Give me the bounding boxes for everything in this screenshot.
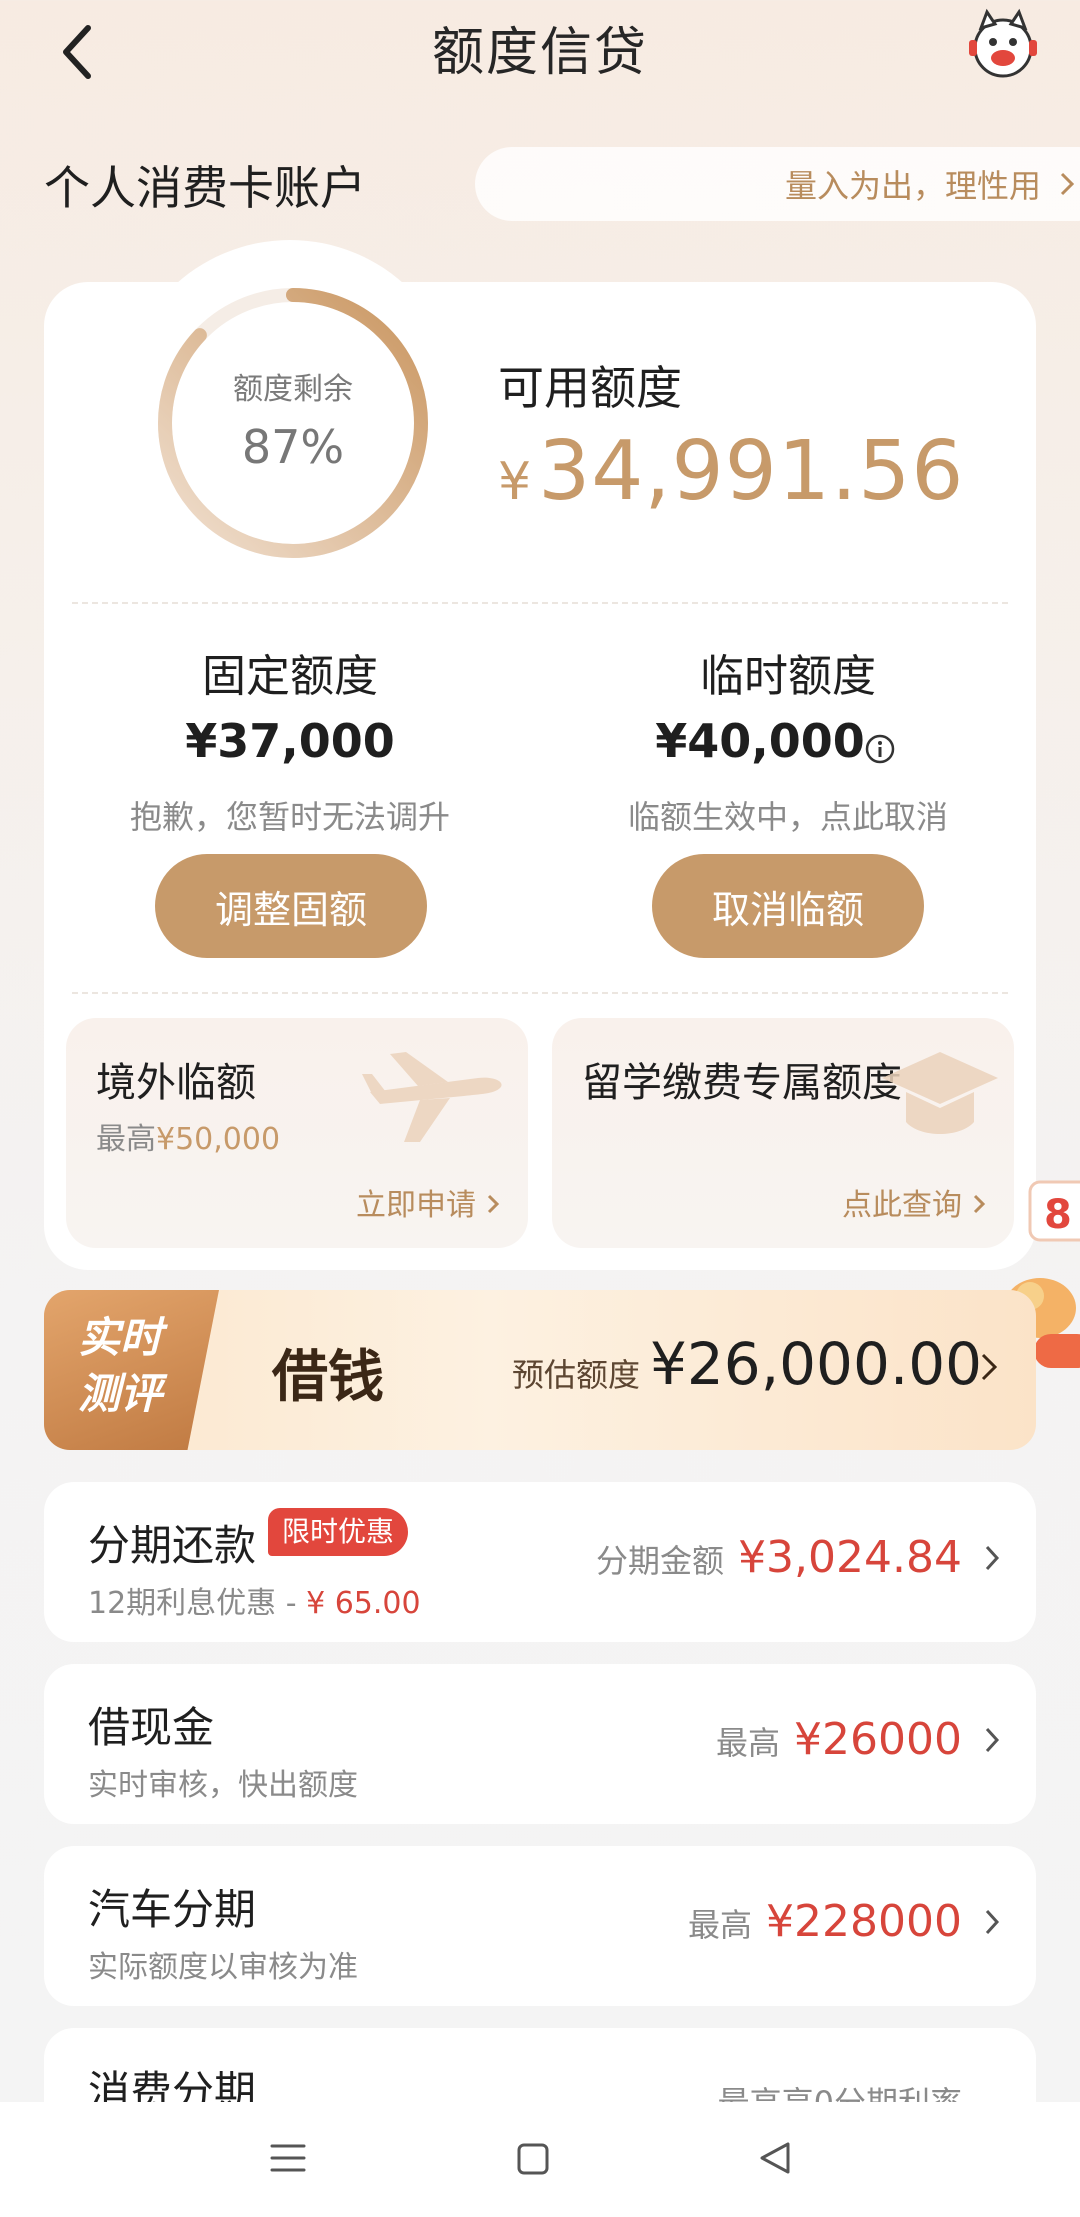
- installment-amount-value: ¥3,024.84: [738, 1532, 962, 1583]
- installment-amount-group: 分期金额 ¥3,024.84: [596, 1532, 962, 1583]
- fixed-credit-amount: ¥37,000: [185, 714, 395, 768]
- menu-icon[interactable]: [268, 2140, 308, 2176]
- temp-credit-amount: ¥40,000: [655, 714, 865, 768]
- installment-title: 分期还款: [88, 1521, 257, 1570]
- page-title: 额度信贷: [431, 23, 648, 83]
- borrow-cash-title: 借现金: [88, 1703, 215, 1752]
- car-installment-title: 汽车分期: [88, 1885, 257, 1934]
- study-abroad-credit-title: 留学缴费专属额度: [582, 1060, 902, 1106]
- graduation-cap-icon: [882, 1052, 998, 1134]
- temp-credit-title: 临时额度: [700, 651, 876, 702]
- chevron-right-icon: [487, 1194, 499, 1214]
- overseas-apply-label: 立即申请: [356, 1188, 476, 1223]
- installment-repayment-item[interactable]: 分期还款 限时优惠 12期利息优惠 - ¥ 65.00 分期金额 ¥3,024.…: [44, 1482, 1036, 1642]
- overseas-credit-desc: 最高¥50,000: [96, 1114, 280, 1158]
- divider: [72, 602, 1008, 604]
- fixed-credit-title: 固定额度: [202, 651, 378, 702]
- installment-sub-amount: ¥ 65.00: [306, 1586, 421, 1621]
- back-triangle-icon[interactable]: [758, 2140, 792, 2176]
- fixed-credit-note: 抱歉，您暂时无法调升: [129, 798, 450, 836]
- realtime-eval-text: 实时 测评: [78, 1310, 198, 1422]
- installment-sub: 12期利息优惠 - ¥ 65.00: [88, 1578, 421, 1622]
- temp-credit-note[interactable]: 临额生效中，点此取消: [578, 792, 998, 838]
- slogan-link[interactable]: 量入为出，理性用: [475, 147, 1080, 221]
- adjust-fixed-button[interactable]: 调整固额: [155, 854, 427, 958]
- info-icon[interactable]: [864, 733, 896, 765]
- study-abroad-query-label: 点此查询: [842, 1188, 962, 1223]
- overseas-credit-title: 境外临额: [96, 1060, 256, 1106]
- ring-percent: 87%: [241, 420, 345, 474]
- borrow-cash-amount-group: 最高 ¥26000: [716, 1714, 962, 1765]
- chevron-right-icon: [973, 1194, 985, 1214]
- available-credit-value: 34,991.56: [538, 424, 965, 519]
- ring-caption: 额度剩余: [233, 372, 353, 407]
- overseas-desc-amount: ¥50,000: [156, 1122, 281, 1157]
- chevron-right-icon: [985, 1909, 1000, 1935]
- chevron-right-icon: [985, 1727, 1000, 1753]
- estimated-credit-amount: ¥26,000.00: [650, 1330, 983, 1398]
- account-title: 个人消费卡账户: [44, 161, 366, 215]
- overseas-apply-link[interactable]: 立即申请: [356, 1180, 500, 1224]
- borrow-cash-amount-label: 最高: [716, 1724, 781, 1762]
- car-installment-amount-value: ¥228000: [766, 1896, 962, 1947]
- borrow-cash-item[interactable]: 借现金 实时审核，快出额度 最高 ¥26000: [44, 1664, 1036, 1824]
- estimated-credit-label: 预估额度: [512, 1356, 641, 1394]
- cancel-temp-button[interactable]: 取消临额: [652, 854, 924, 958]
- available-credit-label: 可用额度: [498, 361, 682, 415]
- car-installment-sub: 实际额度以审核为准: [88, 1950, 358, 1985]
- chevron-right-icon: [985, 1545, 1000, 1571]
- currency-symbol: ¥: [498, 452, 533, 512]
- car-installment-item[interactable]: 汽车分期 实际额度以审核为准 最高 ¥228000: [44, 1846, 1036, 2006]
- chevron-right-icon: [1060, 172, 1075, 196]
- study-abroad-query-link[interactable]: 点此查询: [842, 1180, 986, 1224]
- divider: [72, 992, 1008, 994]
- borrow-money-title: 借钱: [272, 1344, 384, 1410]
- car-installment-amount-group: 最高 ¥228000: [688, 1896, 962, 1947]
- overseas-desc-prefix: 最高: [96, 1122, 156, 1157]
- borrow-cash-amount-value: ¥26000: [794, 1714, 962, 1765]
- installment-amount-label: 分期金额: [596, 1542, 725, 1580]
- borrow-money-banner[interactable]: 实时测评 借钱 预估额度 ¥26,000.00: [44, 1290, 1036, 1450]
- badge-line2: 测评: [78, 1369, 163, 1418]
- chevron-right-icon: [981, 1353, 998, 1381]
- car-installment-amount-label: 最高: [688, 1906, 753, 1944]
- airplane-icon: [362, 1052, 502, 1142]
- slogan-text: 量入为出，理性用: [784, 167, 1041, 205]
- mascot-assistant-icon[interactable]: [965, 6, 1041, 82]
- svg-text:8: 8: [1044, 1192, 1072, 1238]
- available-credit-amount: ¥34,991.56: [498, 424, 964, 519]
- home-square-icon[interactable]: [516, 2142, 550, 2176]
- borrow-cash-sub: 实时审核，快出额度: [88, 1768, 358, 1803]
- badge-line1: 实时: [78, 1313, 163, 1362]
- limited-offer-badge: 限时优惠: [268, 1508, 409, 1556]
- installment-sub-prefix: 12期利息优惠 -: [88, 1586, 307, 1621]
